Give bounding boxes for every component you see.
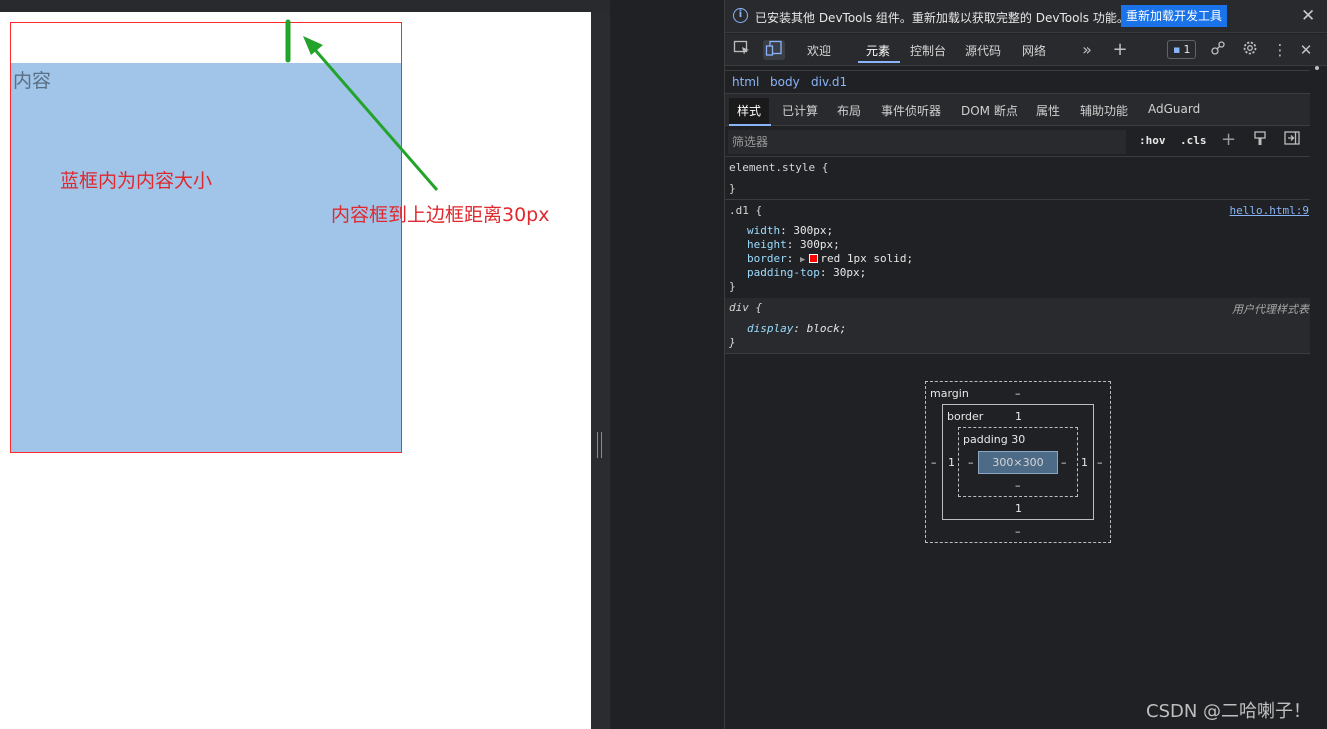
- active-subtab-underline: [729, 124, 771, 126]
- subtab-dom-breakpoints[interactable]: DOM 断点: [961, 102, 1018, 119]
- box-model-content[interactable]: 300×300: [978, 451, 1058, 474]
- border-top-value[interactable]: 1: [1015, 410, 1022, 423]
- infobar: i 已安装其他 DevTools 组件。重新加载以获取完整的 DevTools …: [725, 0, 1327, 33]
- d1-selector[interactable]: .d1 {: [729, 204, 762, 217]
- paint-brush-icon[interactable]: [1253, 131, 1267, 151]
- element-style-selector: element.style {: [729, 161, 829, 174]
- tab-console[interactable]: 控制台: [910, 42, 946, 59]
- new-style-rule-icon[interactable]: +: [1221, 129, 1236, 150]
- ua-selector: div {: [729, 301, 763, 314]
- more-vertical-icon[interactable]: ⋮: [1269, 40, 1291, 60]
- subtab-layout[interactable]: 布局: [837, 102, 861, 119]
- browser-top-strip: [0, 0, 610, 12]
- css-prop-value: 300px;: [793, 224, 834, 237]
- css-declaration[interactable]: height: 300px;: [747, 238, 840, 251]
- padding-label[interactable]: padding 30: [963, 433, 1025, 446]
- subtab-event-listeners[interactable]: 事件侦听器: [881, 102, 941, 119]
- info-icon: i: [733, 8, 748, 23]
- gear-icon[interactable]: [1239, 40, 1261, 60]
- styles-filter-bar: 筛选器 :hov .cls +: [725, 127, 1310, 157]
- filter-input[interactable]: 筛选器: [728, 130, 1126, 154]
- styles-subtabs: 样式 已计算 布局 事件侦听器 DOM 断点 属性 辅助功能 AdGuard: [725, 94, 1310, 126]
- color-swatch[interactable]: [809, 254, 819, 263]
- d1-close: }: [729, 280, 736, 293]
- css-prop-value: block;: [806, 322, 847, 335]
- issues-badge[interactable]: ▪ 1: [1167, 40, 1197, 59]
- css-declaration[interactable]: width: 300px;: [747, 224, 833, 237]
- tab-elements[interactable]: 元素: [866, 42, 890, 59]
- css-prop-name: padding-top: [747, 266, 820, 279]
- d1-source-link[interactable]: hello.html:9: [1230, 204, 1309, 217]
- padding-bottom-value[interactable]: –: [1015, 479, 1021, 492]
- issues-count: 1: [1183, 43, 1191, 56]
- css-prop-name: border: [747, 252, 787, 265]
- css-prop-name: height: [747, 238, 787, 251]
- ua-close: }: [729, 336, 736, 349]
- devtools-gutter: [610, 0, 725, 729]
- annotation-padding-distance: 内容框到上边框距离30px: [331, 204, 550, 226]
- active-tab-underline: [858, 61, 900, 63]
- element-style-close: }: [729, 182, 736, 195]
- subtab-styles[interactable]: 样式: [729, 98, 770, 124]
- annotation-blue-box: 蓝框内为内容大小: [60, 170, 213, 192]
- toggle-sidebar-icon[interactable]: [1284, 131, 1300, 149]
- border-left-value[interactable]: 1: [948, 456, 955, 469]
- margin-bottom-value[interactable]: –: [1015, 525, 1021, 538]
- watermark: CSDN @二哈喇子！: [1146, 701, 1312, 722]
- double-chevron-icon[interactable]: »: [1076, 40, 1098, 60]
- tab-sources[interactable]: 源代码: [965, 42, 1001, 59]
- scrollbar-thumb[interactable]: [1315, 66, 1319, 70]
- margin-left-value[interactable]: –: [931, 456, 937, 469]
- close-devtools-icon[interactable]: ✕: [1295, 40, 1317, 60]
- css-prop-value: 30px;: [833, 266, 867, 279]
- rule-divider: [725, 199, 1310, 200]
- expand-triangle-icon[interactable]: ▶: [800, 255, 805, 265]
- tab-network[interactable]: 网络: [1022, 42, 1046, 59]
- infobar-message: 已安装其他 DevTools 组件。重新加载以获取完整的 DevTools 功能…: [755, 11, 1129, 25]
- subtab-properties[interactable]: 属性: [1036, 102, 1060, 119]
- plus-icon[interactable]: +: [1109, 40, 1131, 60]
- close-icon[interactable]: ✕: [1301, 6, 1315, 26]
- reload-devtools-button[interactable]: 重新加载开发工具: [1121, 5, 1228, 27]
- breadcrumb: html body div.d1: [725, 70, 1310, 94]
- breadcrumb-body[interactable]: body: [770, 75, 800, 89]
- ua-source-label: 用户代理样式表: [1232, 303, 1309, 316]
- padding-left-value[interactable]: –: [968, 456, 974, 469]
- content-area: [11, 63, 401, 452]
- css-prop-name: display: [747, 322, 794, 335]
- margin-right-value[interactable]: –: [1097, 456, 1103, 469]
- inspect-element-icon[interactable]: [731, 40, 753, 60]
- devtools-panel: i 已安装其他 DevTools 组件。重新加载以获取完整的 DevTools …: [725, 0, 1327, 729]
- breadcrumb-div-d1[interactable]: div.d1: [811, 75, 847, 89]
- hov-toggle[interactable]: :hov: [1139, 134, 1166, 147]
- border-label: border: [947, 410, 984, 423]
- css-prop-name: width: [747, 224, 781, 237]
- padding-right-value[interactable]: –: [1061, 456, 1067, 469]
- devtools-tabbar: 欢迎 元素 控制台 源代码 网络 » + ▪ 1 ⋮ ✕: [725, 34, 1327, 66]
- cls-toggle[interactable]: .cls: [1180, 134, 1207, 147]
- css-prop-value: 300px;: [800, 238, 840, 251]
- css-prop-value: red 1px solid;: [820, 252, 914, 265]
- css-declaration: display: block;: [747, 322, 847, 335]
- css-declaration[interactable]: border: ▶ red 1px solid;: [747, 252, 913, 265]
- border-bottom-value[interactable]: 1: [1015, 502, 1022, 515]
- device-toolbar-icon[interactable]: [763, 40, 785, 60]
- panel-splitter[interactable]: [591, 12, 610, 729]
- content-label: 内容: [13, 70, 52, 92]
- subtab-accessibility[interactable]: 辅助功能: [1080, 102, 1128, 119]
- connections-icon[interactable]: [1207, 40, 1229, 60]
- tab-welcome[interactable]: 欢迎: [807, 42, 831, 59]
- border-right-value[interactable]: 1: [1081, 456, 1088, 469]
- message-icon: ▪: [1173, 43, 1181, 56]
- splitter-grip-icon[interactable]: [597, 432, 602, 458]
- breadcrumb-html[interactable]: html: [732, 75, 759, 89]
- margin-label: margin: [930, 387, 969, 400]
- subtab-adguard[interactable]: AdGuard: [1148, 102, 1200, 116]
- subtab-computed[interactable]: 已计算: [782, 102, 818, 119]
- margin-top-value[interactable]: –: [1015, 387, 1021, 400]
- css-declaration[interactable]: padding-top: 30px;: [747, 266, 866, 279]
